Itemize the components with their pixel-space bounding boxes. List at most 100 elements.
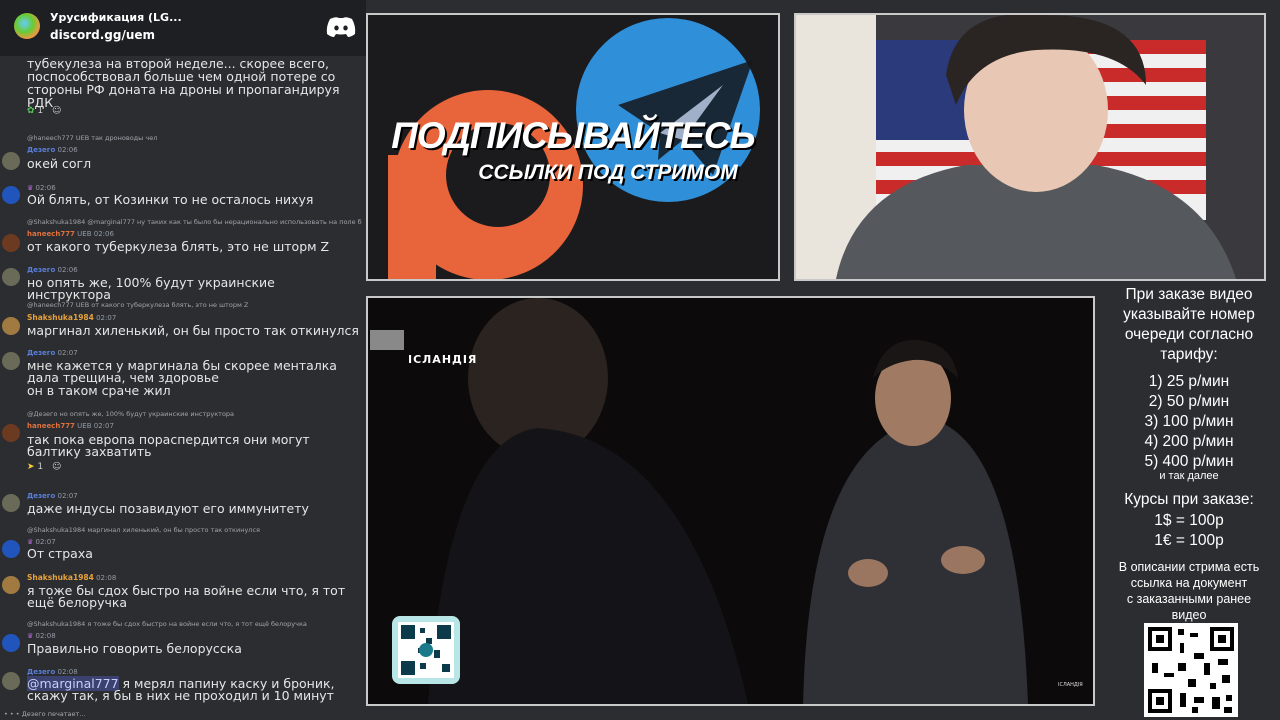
message-meta: haneech777 UEB 02:07	[27, 422, 114, 430]
heading-line: При заказе видео	[1125, 286, 1253, 303]
timestamp: 02:06	[93, 230, 114, 238]
reply-text[interactable]: @haneech777 UEB от какого туберкулеза бл…	[27, 301, 365, 309]
avatar[interactable]	[2, 576, 20, 594]
timestamp: 02:08	[35, 632, 56, 640]
heading-line: тарифу:	[1160, 346, 1218, 363]
avatar[interactable]	[2, 634, 20, 652]
heading-line: очереди согласно	[1124, 326, 1254, 343]
server-header: Урусификация (LG... discord.gg/uem	[0, 0, 366, 56]
author-name[interactable]: Дезего	[27, 146, 55, 154]
message-text: От страха	[27, 546, 93, 561]
webcam-image	[796, 15, 1264, 279]
role-icon: ♛	[27, 538, 34, 546]
avatar[interactable]	[2, 186, 20, 204]
typing-indicator: • • • Дезего печатает...	[4, 710, 86, 718]
clan-badge: UEB	[77, 422, 92, 430]
order-heading: При заказе видео указывайте номер очеред…	[1098, 285, 1280, 365]
avatar[interactable]	[2, 672, 20, 690]
timestamp: 02:07	[57, 492, 78, 500]
tariff-item: 3) 100 р/мин	[1144, 413, 1234, 430]
avatar[interactable]	[2, 268, 20, 286]
reply-text[interactable]: @haneech777 UEB так дроноводы чел	[27, 134, 365, 142]
add-reaction-icon[interactable]: ☺	[52, 106, 61, 116]
reply-text[interactable]: @Shakshuka1984 я тоже бы сдох быстро на …	[27, 620, 365, 628]
qr-code-icon	[392, 616, 460, 684]
author-name[interactable]: haneech777	[27, 230, 75, 238]
author-name[interactable]: haneech777	[27, 422, 75, 430]
author-name[interactable]: Дезего	[27, 349, 55, 357]
webcam-feed	[794, 13, 1266, 281]
role-icon: ♛	[27, 632, 34, 640]
timestamp: 02:07	[93, 422, 114, 430]
avatar[interactable]	[2, 494, 20, 512]
timestamp: 02:08	[96, 574, 117, 582]
message-text: так пока европа пораспердится они могут …	[27, 432, 310, 459]
tariff-item: 5) 400 р/мин	[1144, 453, 1234, 470]
avatar[interactable]	[2, 234, 20, 252]
reaction[interactable]: ✿ 1 ☺	[27, 106, 61, 116]
server-icon	[14, 13, 40, 39]
promo-subtitle: ССЫЛКИ ПОД СТРИМОМ	[478, 161, 738, 184]
message-meta: Дезего 02:07	[27, 492, 78, 500]
message-meta: haneech777 UEB 02:06	[27, 230, 114, 238]
timestamp: 02:08	[57, 668, 78, 676]
tariff-item: 1) 25 р/мин	[1148, 373, 1230, 390]
avatar[interactable]	[2, 152, 20, 170]
video-location-label: ІСЛАНДІЯ	[408, 353, 478, 366]
server-invite-link[interactable]: discord.gg/uem	[50, 28, 155, 42]
avatar[interactable]	[2, 424, 20, 442]
reaction-count: 1	[37, 462, 44, 472]
rate-item: 1€ = 100р	[1154, 532, 1224, 549]
reaction[interactable]: ➤ 1 ☺	[27, 462, 61, 472]
rate-item: 1$ = 100р	[1154, 512, 1224, 529]
reaction-count: 1	[37, 106, 44, 116]
message-text: @marginal777 я мерял папину каску и брон…	[27, 676, 362, 702]
message-meta: ♛ 02:08	[27, 632, 56, 640]
message-text: я тоже бы сдох быстро на войне если что,…	[27, 583, 346, 610]
avatar[interactable]	[2, 540, 20, 558]
message-meta: Shakshuka1984 02:08	[27, 573, 116, 582]
timestamp: 02:07	[57, 349, 78, 357]
tariff-more: и так далее	[1159, 470, 1219, 482]
message-text: тубекулеза на второй неделе... скорее вс…	[27, 56, 340, 110]
message-text: мне кажется у маргинала бы скорее ментал…	[27, 358, 337, 385]
tariff-item: 2) 50 р/мин	[1148, 393, 1230, 410]
message-list: тубекулеза на второй неделе... скорее вс…	[0, 56, 366, 720]
avatar[interactable]	[2, 352, 20, 370]
author-name[interactable]: Shakshuka1984	[27, 313, 94, 322]
message-text: Правильно говорить белорусска	[27, 641, 242, 656]
author-name[interactable]: Дезего	[27, 492, 55, 500]
avatar[interactable]	[2, 317, 20, 335]
order-info-panel: При заказе видео указывайте номер очеред…	[1098, 283, 1280, 720]
message-meta: Дезего 02:07	[27, 349, 78, 357]
add-reaction-icon[interactable]: ☺	[52, 462, 61, 472]
chat-overlay: Урусификация (LG... discord.gg/uem тубек…	[0, 0, 366, 720]
timestamp: 02:06	[35, 184, 56, 192]
role-icon: ♛	[27, 184, 34, 192]
tariff-item: 4) 200 р/мин	[1144, 433, 1234, 450]
message-text: маргинал хиленький, он бы просто так отк…	[27, 323, 359, 338]
reply-text[interactable]: @Shakshuka1984 маргинал хиленький, он бы…	[27, 526, 365, 534]
video-player: ІСЛАНДІЯ ІСЛАНДІЯ	[366, 296, 1095, 706]
message-meta: Дезего 02:08	[27, 668, 78, 676]
heading-line: указывайте номер	[1123, 306, 1255, 323]
video-watermark: ІСЛАНДІЯ	[1058, 682, 1083, 688]
promo-banner: ПОДПИСЫВАЙТЕСЬ ССЫЛКИ ПОД СТРИМОМ	[366, 13, 780, 281]
author-name[interactable]: Дезего	[27, 668, 55, 676]
rates-heading: Курсы при заказе:	[1124, 491, 1254, 508]
timestamp: 02:07	[35, 538, 56, 546]
desc-line: видео	[1171, 608, 1207, 622]
author-name[interactable]: Дезего	[27, 266, 55, 274]
reaction-emoji-icon: ➤	[27, 462, 35, 472]
message-meta: ♛ 02:06	[27, 184, 56, 192]
timestamp: 02:06	[57, 266, 78, 274]
message-meta: ♛ 02:07	[27, 538, 56, 546]
message-meta: Shakshuka1984 02:07	[27, 313, 116, 322]
author-name[interactable]: Shakshuka1984	[27, 573, 94, 582]
promo-title: ПОДПИСЫВАЙТЕСЬ	[391, 115, 755, 156]
discord-logo-icon	[326, 17, 356, 37]
qr-code-icon	[1144, 623, 1238, 717]
reply-text[interactable]: @Дезего но опять же, 100% будут украинск…	[27, 410, 365, 418]
message-text: Ой блять, от Козинки то не осталось ниху…	[27, 192, 314, 207]
reply-text[interactable]: @Shakshuka1984 @marginal777 ну таких как…	[27, 218, 365, 226]
